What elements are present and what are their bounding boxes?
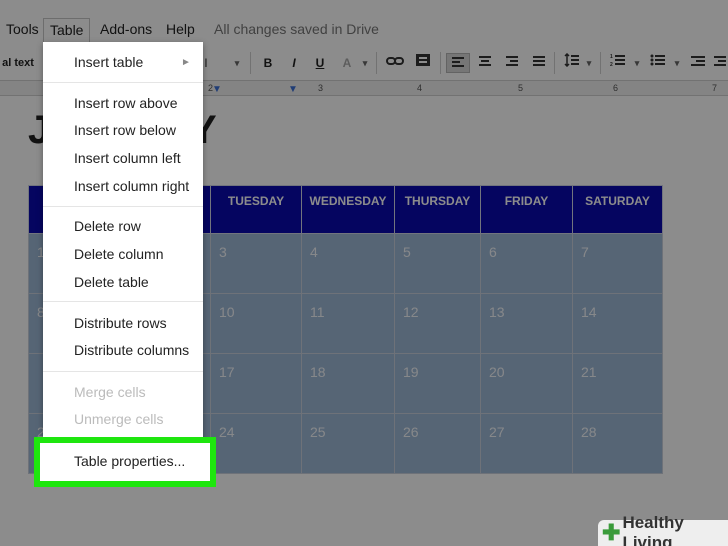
align-right-icon[interactable] [502, 53, 522, 73]
table-cell[interactable]: 14 [572, 293, 663, 354]
menu-divider [43, 301, 203, 302]
ruler-number: 3 [318, 83, 324, 93]
menu-item-insert-column-right[interactable]: Insert column right [74, 175, 189, 197]
menu-item-insert-row-above[interactable]: Insert row above [74, 92, 178, 114]
svg-text:1: 1 [610, 54, 613, 60]
table-cell[interactable]: 10 [210, 293, 302, 354]
table-cell[interactable]: 24 [210, 413, 302, 474]
bold-button[interactable]: B [261, 53, 275, 73]
text-color-button[interactable]: A [340, 53, 354, 73]
table-header-cell[interactable]: TUESDAY [210, 185, 302, 234]
table-cell[interactable]: 11 [301, 293, 395, 354]
table-header-cell[interactable]: FRIDAY [480, 185, 573, 234]
ruler-number: 5 [518, 83, 524, 93]
menu-item-insert-row-below[interactable]: Insert row below [74, 119, 176, 141]
menu-item-unmerge-cells: Unmerge cells [74, 411, 164, 427]
menu-divider [43, 82, 203, 83]
plus-logo-icon: ✚ [602, 520, 621, 545]
menu-item-insert-table[interactable]: Insert table [74, 51, 143, 73]
table-header-cell[interactable]: WEDNESDAY [301, 185, 395, 234]
menu-item-delete-row[interactable]: Delete row [74, 215, 141, 237]
watermark-text: Healthy Living [622, 513, 684, 546]
menu-item-delete-column[interactable]: Delete column [74, 243, 164, 265]
bulleted-list-icon[interactable] [648, 53, 668, 73]
watermark: ✚ Healthy Living [598, 513, 728, 546]
chevron-down-icon[interactable]: ▾ [232, 53, 242, 73]
menu-bar: Tools Table Add-ons Help All changes sav… [0, 12, 728, 48]
table-header-cell[interactable]: SATURDAY [572, 185, 663, 234]
increase-indent-icon[interactable] [712, 53, 728, 73]
table-cell[interactable]: 4 [301, 233, 395, 294]
indent-marker-icon[interactable]: ▼ [288, 84, 298, 95]
numbered-list-icon[interactable]: 12 [608, 53, 628, 73]
table-cell[interactable]: 19 [394, 353, 481, 414]
table-cell[interactable]: 5 [394, 233, 481, 294]
table-cell[interactable]: 17 [210, 353, 302, 414]
link-icon[interactable] [385, 53, 405, 73]
menu-divider [43, 371, 203, 372]
menu-help[interactable]: Help [164, 18, 197, 40]
align-left-icon[interactable] [446, 53, 470, 73]
table-cell[interactable]: 28 [572, 413, 663, 474]
menu-item-distribute-columns[interactable]: Distribute columns [74, 339, 189, 361]
table-cell[interactable]: 20 [480, 353, 573, 414]
chevron-down-icon[interactable]: ▾ [632, 53, 642, 73]
ruler-number: 6 [613, 83, 619, 93]
menu-divider [43, 206, 203, 207]
line-spacing-icon[interactable] [562, 52, 582, 73]
chevron-down-icon[interactable]: ▾ [360, 53, 370, 73]
decrease-indent-icon[interactable] [688, 53, 708, 73]
table-cell[interactable]: 13 [480, 293, 573, 354]
menu-item-delete-table[interactable]: Delete table [74, 271, 149, 293]
menu-item-merge-cells: Merge cells [74, 384, 146, 400]
ruler-number: 4 [417, 83, 423, 93]
table-cell[interactable]: 3 [210, 233, 302, 294]
comment-icon[interactable] [413, 53, 433, 73]
table-dropdown-menu: Insert table ► Insert row above Insert r… [43, 42, 203, 462]
align-justify-icon[interactable] [529, 53, 549, 73]
table-cell[interactable]: 27 [480, 413, 573, 474]
italic-button[interactable]: I [287, 53, 301, 73]
svg-text:2: 2 [610, 62, 613, 67]
table-cell[interactable]: 25 [301, 413, 395, 474]
table-cell[interactable]: 7 [572, 233, 663, 294]
table-cell[interactable]: 6 [480, 233, 573, 294]
menu-tools[interactable]: Tools [4, 18, 41, 40]
table-cell[interactable]: 12 [394, 293, 481, 354]
menu-item-insert-column-left[interactable]: Insert column left [74, 147, 181, 169]
align-center-icon[interactable] [475, 53, 495, 73]
table-cell[interactable]: 18 [301, 353, 395, 414]
chevron-down-icon[interactable]: ▾ [584, 53, 594, 73]
table-cell[interactable]: 26 [394, 413, 481, 474]
indent-marker-icon[interactable]: ▼ [212, 84, 222, 95]
table-properties-highlight[interactable]: Table properties... [34, 437, 216, 487]
underline-button[interactable]: U [313, 53, 327, 73]
submenu-arrow-icon: ► [181, 57, 191, 68]
menu-item-distribute-rows[interactable]: Distribute rows [74, 312, 167, 334]
table-cell[interactable]: 21 [572, 353, 663, 414]
style-select[interactable]: al text [0, 53, 36, 73]
menu-addons[interactable]: Add-ons [98, 18, 154, 40]
save-status: All changes saved in Drive [214, 21, 379, 37]
chevron-down-icon[interactable]: ▾ [672, 53, 682, 73]
table-header-cell[interactable]: THURSDAY [394, 185, 481, 234]
menu-item-table-properties[interactable]: Table properties... [74, 453, 185, 469]
ruler-number: 7 [712, 83, 718, 93]
